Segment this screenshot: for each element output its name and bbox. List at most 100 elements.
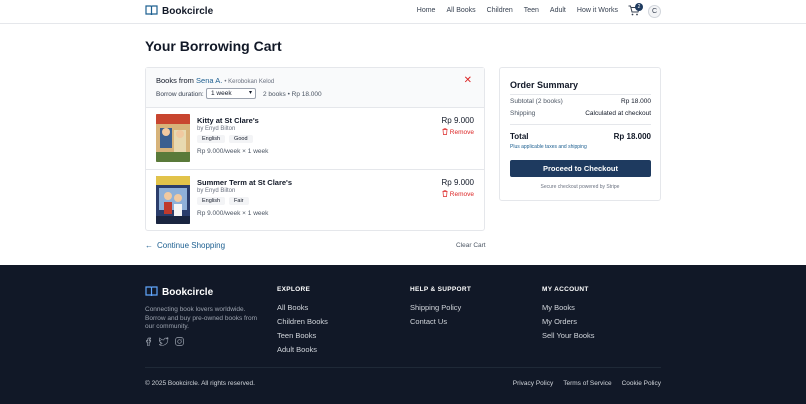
main-nav: Home All Books Children Teen Adult How i… xyxy=(417,7,618,14)
footer-link[interactable]: Teen Books xyxy=(277,331,328,340)
footer-col-help: HELP & SUPPORT Shipping Policy Contact U… xyxy=(410,286,471,331)
book-cover xyxy=(156,114,190,162)
terms-link[interactable]: Terms of Service xyxy=(563,380,611,387)
cart-item: Kitty at St Clare's by Enyd Bilton Engli… xyxy=(146,108,484,170)
seller-line: Books from Sena A. • Kerobokan Kelod xyxy=(156,76,274,85)
item-tags: English Fair xyxy=(197,197,249,205)
nav-all-books[interactable]: All Books xyxy=(446,7,475,14)
condition-tag: Good xyxy=(229,135,253,143)
language-tag: English xyxy=(197,135,226,143)
nav-children[interactable]: Children xyxy=(487,7,513,14)
footer-brand-name: Bookcircle xyxy=(162,287,214,298)
nav-teen[interactable]: Teen xyxy=(524,7,539,14)
top-header: Bookcircle Home All Books Children Teen … xyxy=(0,0,806,24)
checkout-button[interactable]: Proceed to Checkout xyxy=(510,160,651,177)
cart-seller-header: Books from Sena A. • Kerobokan Kelod ✕ B… xyxy=(146,68,484,108)
item-rate: Rp 9.000/week × 1 week xyxy=(197,210,269,217)
nav-home[interactable]: Home xyxy=(417,7,436,14)
trash-icon xyxy=(442,128,448,137)
order-summary: Order Summary Subtotal (2 books) Rp 18.0… xyxy=(499,67,661,201)
duration-label: Borrow duration: xyxy=(156,91,204,98)
trash-icon xyxy=(442,190,448,199)
item-title[interactable]: Kitty at St Clare's xyxy=(197,116,259,125)
user-avatar[interactable]: C xyxy=(648,5,661,18)
secure-checkout-note: Secure checkout powered by Stripe xyxy=(540,184,620,190)
item-tags: English Good xyxy=(197,135,253,143)
page-title: Your Borrowing Cart xyxy=(145,38,282,54)
social-links xyxy=(145,337,184,348)
book-icon xyxy=(145,286,158,299)
item-title[interactable]: Summer Term at St Clare's xyxy=(197,178,292,187)
cart-meta: 2 books • Rp 18.000 xyxy=(263,91,322,98)
cart-panel: Books from Sena A. • Kerobokan Kelod ✕ B… xyxy=(145,67,485,231)
footer-col-explore: EXPLORE All Books Children Books Teen Bo… xyxy=(277,286,328,359)
facebook-icon[interactable] xyxy=(145,337,153,348)
instagram-icon[interactable] xyxy=(175,337,184,348)
remove-label: Remove xyxy=(449,129,474,136)
summary-divider xyxy=(510,124,651,125)
tax-note: Plus applicable taxes and shipping xyxy=(510,144,587,150)
remove-button[interactable]: Remove xyxy=(442,190,474,199)
cart-count-badge: 2 xyxy=(635,3,643,11)
nav-how-it-works[interactable]: How it Works xyxy=(577,7,618,14)
condition-tag: Fair xyxy=(229,197,249,205)
shipping-row: Shipping Calculated at checkout xyxy=(510,110,651,117)
book-icon xyxy=(145,5,158,18)
subtotal-label: Subtotal (2 books) xyxy=(510,98,563,105)
shipping-value: Calculated at checkout xyxy=(585,110,651,117)
footer-divider xyxy=(145,367,661,368)
footer-link[interactable]: All Books xyxy=(277,303,328,312)
subtotal-row: Subtotal (2 books) Rp 18.000 xyxy=(510,98,651,105)
total-label: Total xyxy=(510,132,529,141)
footer-link[interactable]: Contact Us xyxy=(410,317,471,326)
privacy-policy-link[interactable]: Privacy Policy xyxy=(513,380,553,387)
owner-link[interactable]: Sena A. xyxy=(196,76,222,85)
footer-col-title: MY ACCOUNT xyxy=(542,286,589,293)
footer-link[interactable]: My Books xyxy=(542,303,595,312)
book-cover xyxy=(156,176,190,224)
continue-shopping-link[interactable]: ← Continue Shopping xyxy=(145,241,225,250)
clear-cart-button[interactable]: Clear Cart xyxy=(456,242,486,249)
duration-value: 1 week xyxy=(211,90,232,97)
item-rate: Rp 9.000/week × 1 week xyxy=(197,148,269,155)
footer-link[interactable]: Children Books xyxy=(277,317,328,326)
footer-link[interactable]: Sell Your Books xyxy=(542,331,595,340)
duration-select[interactable]: 1 week ▾ xyxy=(206,88,256,99)
owner-location: • Kerobokan Kelod xyxy=(224,79,275,85)
item-price: Rp 9.000 xyxy=(441,116,474,125)
cart-item: Summer Term at St Clare's by Enyd Bilton… xyxy=(146,170,484,232)
footer-col-account: MY ACCOUNT My Books My Orders Sell Your … xyxy=(542,286,595,345)
summary-title: Order Summary xyxy=(510,80,579,90)
arrow-left-icon: ← xyxy=(145,241,153,250)
legal-links: Privacy Policy Terms of Service Cookie P… xyxy=(513,380,661,387)
twitter-icon[interactable] xyxy=(158,337,169,348)
footer-col-title: HELP & SUPPORT xyxy=(410,286,472,293)
total-row: Total Rp 18.000 xyxy=(510,132,651,141)
footer-brand-logo[interactable]: Bookcircle xyxy=(145,286,213,299)
shipping-label: Shipping xyxy=(510,110,536,117)
item-author: by Enyd Bilton xyxy=(197,188,236,194)
brand-logo[interactable]: Bookcircle xyxy=(145,5,213,18)
subtotal-value: Rp 18.000 xyxy=(621,98,651,105)
continue-label: Continue Shopping xyxy=(157,241,226,250)
footer-link[interactable]: Adult Books xyxy=(277,345,328,354)
summary-divider xyxy=(510,94,651,95)
footer-col-title: EXPLORE xyxy=(277,286,311,293)
language-tag: English xyxy=(197,197,226,205)
remove-button[interactable]: Remove xyxy=(442,128,474,137)
footer-link[interactable]: My Orders xyxy=(542,317,595,326)
site-footer: Bookcircle Connecting book lovers worldw… xyxy=(0,265,806,404)
chevron-down-icon: ▾ xyxy=(248,90,252,96)
footer-link[interactable]: Shipping Policy xyxy=(410,303,471,312)
item-author: by Enyd Bilton xyxy=(197,126,236,132)
nav-adult[interactable]: Adult xyxy=(550,7,566,14)
remove-label: Remove xyxy=(449,191,474,198)
footer-description: Connecting book lovers worldwide. Borrow… xyxy=(145,306,258,330)
copyright: © 2025 Bookcircle. All rights reserved. xyxy=(145,380,255,387)
total-value: Rp 18.000 xyxy=(613,132,651,141)
item-price: Rp 9.000 xyxy=(441,178,474,187)
brand-name: Bookcircle xyxy=(162,6,214,17)
from-label: Books from xyxy=(156,76,194,85)
close-icon[interactable]: ✕ xyxy=(464,75,472,86)
cookie-policy-link[interactable]: Cookie Policy xyxy=(622,380,661,387)
